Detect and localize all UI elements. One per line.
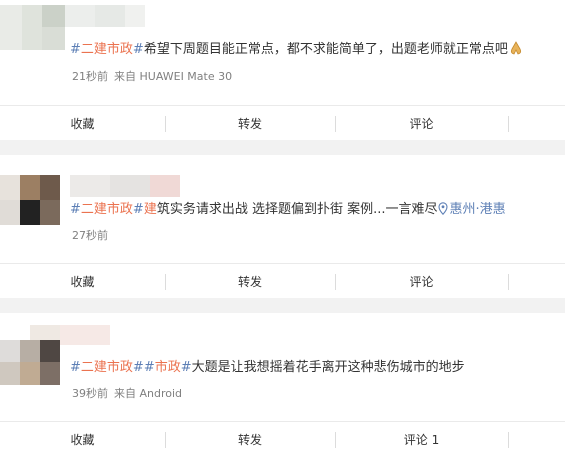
post-source: 来自 HUAWEI Mate 30 (114, 70, 233, 83)
feed-card: #二建市政#建筑实务请求出战 选择题偏到扑街 案例...一言难尽 惠州·港惠 27… (0, 155, 565, 298)
comment-button[interactable]: 评论 1 (335, 422, 508, 458)
favorite-button[interactable]: 收藏 (0, 106, 165, 142)
feed-card: #二建市政##市政#大题是让我想摇着花手离开这种悲伤城市的地步 39秒前 来自 A… (0, 313, 565, 463)
post-text: 大题是让我想摇着花手离开这种悲伤城市的地步 (191, 360, 465, 375)
hashtag-link[interactable]: #二建市政# (70, 360, 144, 375)
post-content: #二建市政#建筑实务请求出战 选择题偏到扑街 案例...一言难尽 惠州·港惠 (70, 201, 506, 219)
post-source: 来自 Android (114, 387, 183, 400)
divider (165, 432, 166, 448)
post-time[interactable]: 39秒前 (72, 387, 108, 400)
divider (335, 116, 336, 132)
favorite-button[interactable]: 收藏 (0, 422, 165, 458)
divider (508, 432, 509, 448)
post-meta: 39秒前 来自 Android (72, 385, 182, 401)
post-time[interactable]: 21秒前 (72, 70, 108, 83)
feed-card: #二建市政#希望下周题目能正常点，都不求能简单了，出题老师就正常点吧 21秒前来… (0, 0, 565, 140)
hashtag-link[interactable]: #二建市政# (70, 202, 144, 217)
divider (335, 432, 336, 448)
divider (165, 116, 166, 132)
action-bar: 收藏 转发 评论 (0, 263, 565, 299)
action-bar: 收藏 转发 评论 (0, 105, 565, 141)
post-text: 筑实务请求出战 选择题偏到扑街 案例...一言难尽 (156, 202, 438, 217)
hashtag-tail: 建 (143, 202, 157, 217)
post-meta: 27秒前 (72, 227, 108, 243)
action-bar: 收藏 转发 评论 1 (0, 421, 565, 457)
divider (508, 274, 509, 290)
hashtag-link[interactable]: #二建市政# (70, 42, 144, 57)
comment-button[interactable]: 评论 (335, 106, 508, 142)
praying-hands-icon (508, 41, 524, 55)
location-link[interactable]: 惠州·港惠 (437, 202, 506, 217)
repost-button[interactable]: 转发 (165, 422, 335, 458)
post-meta: 21秒前 来自 HUAWEI Mate 30 (72, 68, 232, 84)
post-content: #二建市政##市政#大题是让我想摇着花手离开这种悲伤城市的地步 (70, 359, 465, 377)
location-text: 惠州·港惠 (449, 202, 506, 217)
post-time[interactable]: 27秒前 (72, 229, 108, 242)
post-content: #二建市政#希望下周题目能正常点，都不求能简单了，出题老师就正常点吧 (70, 41, 524, 59)
repost-button[interactable]: 转发 (165, 106, 335, 142)
map-pin-icon (437, 202, 448, 215)
favorite-button[interactable]: 收藏 (0, 264, 165, 300)
comment-button[interactable]: 评论 (335, 264, 508, 300)
divider (335, 274, 336, 290)
repost-button[interactable]: 转发 (165, 264, 335, 300)
divider (508, 116, 509, 132)
divider (165, 274, 166, 290)
hashtag-link[interactable]: #市政# (144, 360, 192, 375)
post-text: 希望下周题目能正常点，都不求能简单了，出题老师就正常点吧 (143, 42, 508, 57)
